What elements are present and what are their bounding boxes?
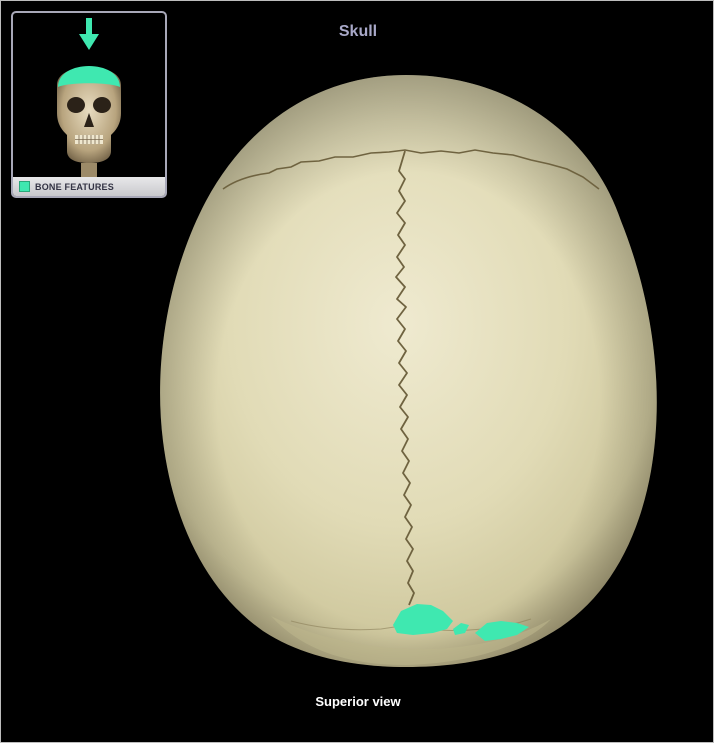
view-caption: Superior view [315, 694, 401, 709]
figure-frame: Skull BONE FEATURES Superior view [0, 0, 714, 743]
skull-superior-view-image [160, 75, 657, 667]
